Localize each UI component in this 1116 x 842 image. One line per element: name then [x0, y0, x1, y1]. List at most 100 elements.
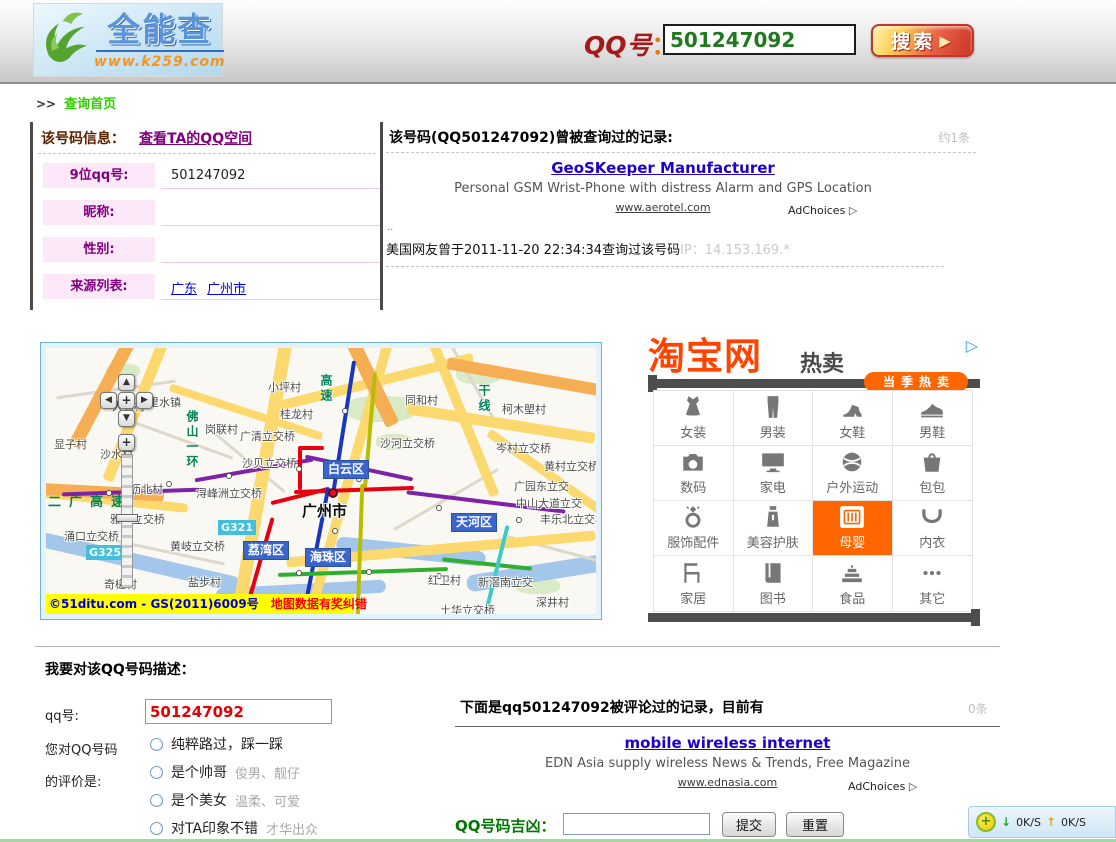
comment-form-title: 我要对该QQ号码描述： — [45, 659, 195, 679]
map-correction-link[interactable]: 地图数据有奖纠错 — [271, 597, 367, 611]
radio-icon[interactable] — [150, 738, 163, 751]
category-womens-shoes[interactable]: 女鞋 — [813, 391, 893, 446]
row-label-nickname: 昵称: — [43, 200, 155, 225]
pan-left-button[interactable]: ◀ — [100, 392, 117, 409]
rating-option-handsome[interactable]: 是个帅哥 俊男、靓仔 — [150, 762, 300, 782]
food-icon — [839, 561, 865, 585]
comment-qq-input[interactable] — [145, 699, 332, 724]
district-badge: 荔湾区 — [243, 541, 289, 560]
category-other[interactable]: 其它 — [893, 556, 973, 611]
row-label-source: 来源列表: — [43, 274, 155, 299]
row-label-qq: 9位qq号: — [43, 163, 155, 188]
category-beauty-skincare[interactable]: 美容护肤 — [734, 501, 814, 556]
category-home-furniture[interactable]: 家居 — [654, 556, 734, 611]
category-accessories[interactable]: 服饰配件 — [654, 501, 734, 556]
bird-logo-icon — [40, 7, 92, 73]
row-underline — [161, 299, 394, 300]
row-underline — [161, 225, 394, 226]
row-label-gender: 性别: — [43, 237, 155, 262]
ad-title-link[interactable]: GeoSKeeper Manufacturer — [551, 159, 775, 177]
map-place-label: 桂龙村 — [280, 406, 313, 422]
category-digital[interactable]: 数码 — [654, 446, 734, 501]
category-outdoor-sports[interactable]: 户外运动 — [813, 446, 893, 501]
divider — [386, 266, 944, 267]
adchoices-icon: ▷ — [849, 204, 857, 217]
site-logo[interactable]: 全能查 www.k259.com — [33, 3, 223, 77]
district-badge: 天河区 — [451, 513, 497, 532]
rating-option-pass-by[interactable]: 纯粹路过，踩一踩 — [150, 734, 291, 754]
row-value-qq: 501247092 — [171, 168, 245, 183]
rating-option-beauty[interactable]: 是个美女 温柔、可爱 — [150, 790, 300, 810]
category-bags[interactable]: 包包 — [893, 446, 973, 501]
record-text: 美国网友曾于2011-11-20 22:34:34查询过该号码 — [386, 243, 680, 258]
category-underwear[interactable]: 内衣 — [893, 501, 973, 556]
adchoices-icon[interactable]: ▷ — [966, 336, 978, 355]
map-place-label: 新滘南立交 — [478, 574, 533, 590]
luck-input[interactable] — [563, 813, 710, 835]
radio-icon[interactable] — [150, 794, 163, 807]
edn-ad: mobile wireless internet EDN Asia supply… — [455, 733, 1000, 790]
road-badge: G325 — [86, 545, 124, 560]
ball-icon — [839, 450, 865, 474]
category-mens-clothing[interactable]: 男装 — [734, 391, 814, 446]
ad-url-link[interactable]: www.aerotel.com — [615, 201, 710, 214]
records-title: 该号码(QQ501247092)曾被查询过的记录: — [389, 127, 673, 147]
city-link[interactable]: 广州市 — [207, 282, 246, 297]
ring-icon — [680, 505, 706, 529]
adchoices-link[interactable]: AdChoices ▷ — [848, 780, 917, 793]
row-underline — [161, 188, 394, 189]
seasonal-hot-badge: 当季热卖 — [864, 372, 968, 392]
radio-icon[interactable] — [150, 822, 163, 835]
category-appliances[interactable]: 家电 — [734, 446, 814, 501]
ad-description: EDN Asia supply wireless News & Trends, … — [545, 756, 910, 771]
category-books[interactable]: 图书 — [734, 556, 814, 611]
security-suite-icon[interactable]: + — [976, 812, 996, 832]
handbag-icon — [919, 450, 945, 474]
adchoices-link[interactable]: AdChoices ▷ — [788, 204, 857, 217]
submit-button[interactable]: 提交 — [722, 812, 776, 837]
pan-center-button[interactable]: + — [118, 392, 135, 409]
breadcrumb-home-link[interactable]: 查询首页 — [64, 97, 116, 112]
bra-icon — [919, 505, 945, 529]
map-place-label: 浔峰洲立交桥 — [196, 485, 262, 501]
map-canvas[interactable]: 大石村 里水镇 小坪村 桂龙村 岗联村 广清立交桥 沙贝立交桥 沙水村 沥北村 … — [46, 348, 596, 614]
search-button[interactable]: 搜索 ▶ — [871, 24, 974, 57]
divider — [38, 153, 376, 154]
taobao-hot-label: 热卖 — [800, 346, 844, 378]
zoom-in-button[interactable]: + — [118, 434, 135, 451]
map-place-label: 沙河立交桥 — [380, 435, 435, 451]
pan-up-button[interactable]: ▲ — [118, 374, 135, 391]
pan-right-button[interactable]: ▶ — [136, 392, 153, 409]
map-copyright-bar: ©51ditu.com - GS(2011)6009号 地图数据有奖纠错 — [46, 594, 354, 614]
map-widget: 大石村 里水镇 小坪村 桂龙村 岗联村 广清立交桥 沙贝立交桥 沙水村 沥北村 … — [40, 342, 602, 620]
logo-divider — [96, 50, 224, 52]
rating-option-good-impression[interactable]: 对TA印象不错 才华出众 — [150, 818, 318, 838]
taobao-brand[interactable]: 淘宝网 — [648, 326, 762, 380]
ad-title-link[interactable]: mobile wireless internet — [625, 734, 831, 752]
map-place-label: 同和村 — [405, 392, 438, 408]
foshan-ring-label: 佛山一环 — [184, 410, 201, 470]
province-link[interactable]: 广东 — [171, 282, 197, 297]
site-url: www.k259.com — [94, 54, 226, 70]
header: 全能查 www.k259.com QQ号： 搜索 ▶ — [0, 0, 1116, 84]
radio-icon[interactable] — [150, 766, 163, 779]
map-place-label: 红卫村 — [428, 572, 461, 588]
category-womens-clothing[interactable]: 女装 — [654, 391, 734, 446]
trunk-label: 干线 — [476, 384, 493, 414]
network-speed-widget[interactable]: + ↓ 0K/S ↑ 0K/S — [968, 806, 1116, 838]
query-records-panel: 该号码(QQ501247092)曾被查询过的记录: 约1条 GeoSKeeper… — [380, 122, 980, 310]
reset-button[interactable]: 重置 — [786, 812, 844, 837]
map-place-label: 沙贝立交桥 — [242, 455, 297, 471]
map-place-label: 黄岐立交桥 — [170, 538, 225, 554]
category-mens-shoes[interactable]: 男鞋 — [893, 391, 973, 446]
qzone-link[interactable]: 查看TA的QQ空间 — [139, 131, 252, 147]
qq-number-input[interactable] — [663, 24, 856, 55]
zoom-slider-handle[interactable] — [116, 514, 138, 522]
category-mother-baby[interactable]: 母婴 — [813, 501, 893, 556]
dress-icon — [680, 395, 706, 419]
category-food[interactable]: 食品 — [813, 556, 893, 611]
ad-description: Personal GSM Wrist-Phone with distress A… — [454, 181, 872, 196]
pan-down-button[interactable]: ▼ — [118, 410, 135, 427]
download-arrow-icon: ↓ — [1001, 815, 1011, 829]
ad-url-link[interactable]: www.ednasia.com — [678, 776, 777, 789]
